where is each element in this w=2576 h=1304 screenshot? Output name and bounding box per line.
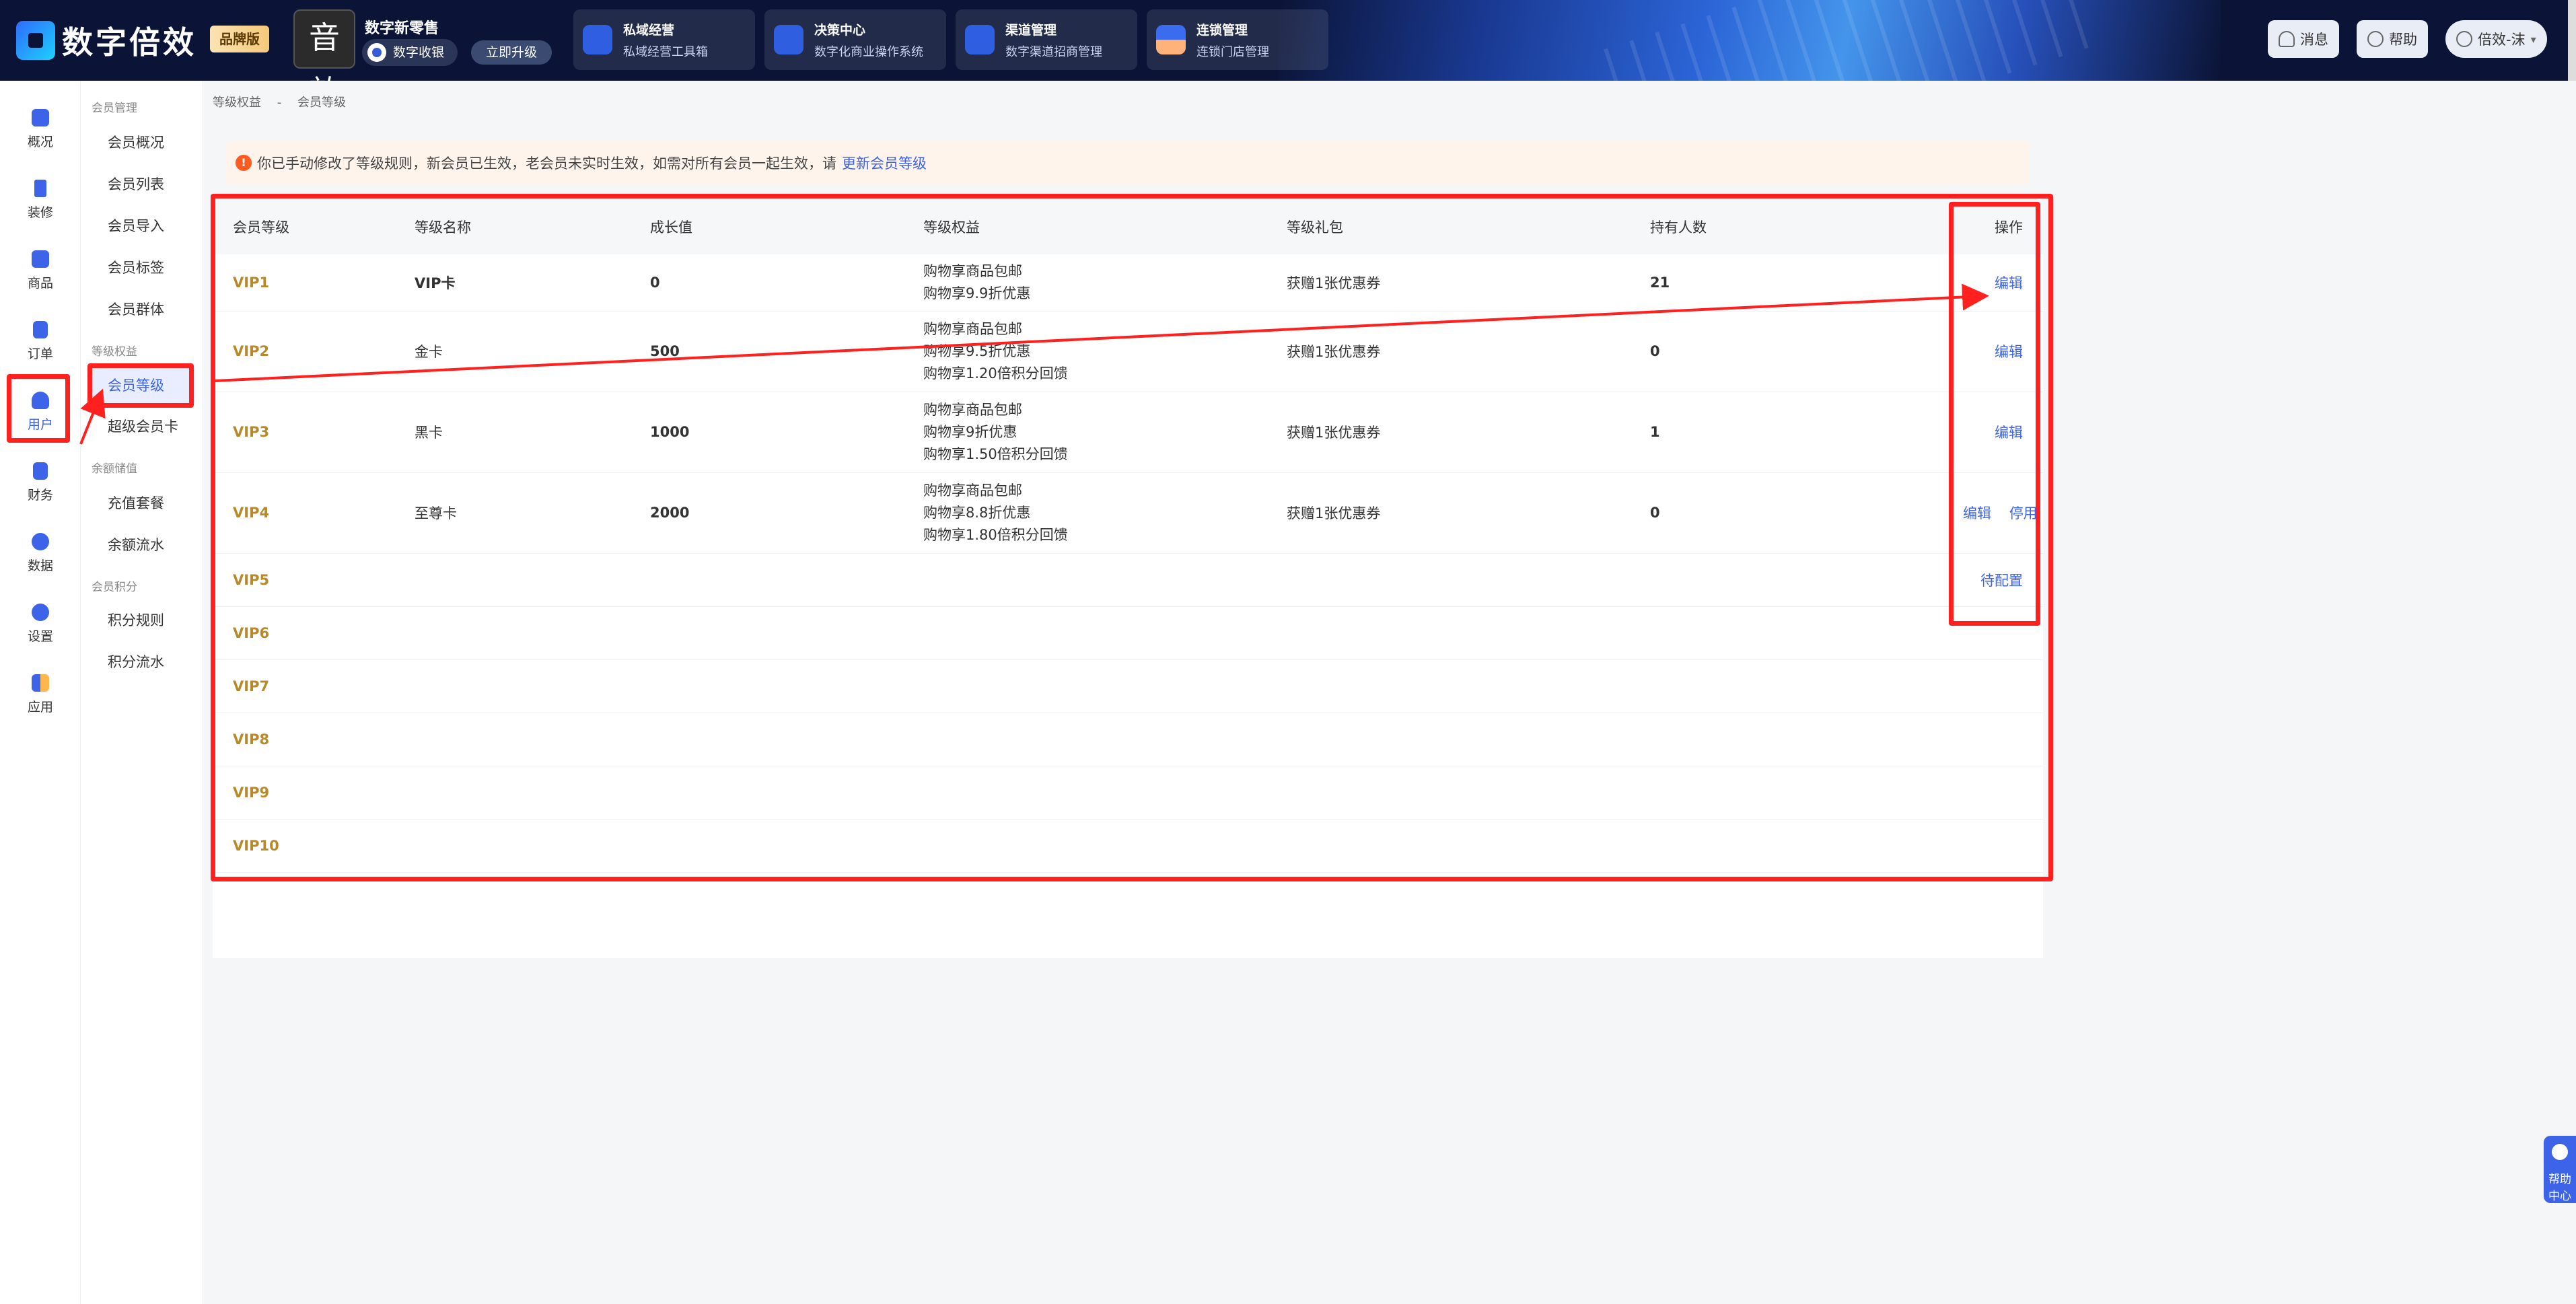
rail-item-settings[interactable]: 设置 — [0, 591, 81, 661]
breadcrumb-current: 会员等级 — [297, 96, 346, 110]
notice-banner: ! 你已手动修改了等级规则，新会员已生效，老会员未实时生效，如需对所有会员一起生… — [226, 141, 2030, 184]
subnav-item-member-list[interactable]: 会员列表 — [87, 166, 195, 203]
breadcrumb: 等级权益 - 会员等级 — [213, 93, 358, 110]
app-logo[interactable]: 数字倍效 — [16, 15, 196, 66]
app-card-title: 渠道管理 — [1005, 22, 1057, 38]
help-center-float-button[interactable]: 帮助中心 — [2544, 1136, 2576, 1203]
rail-item-goods[interactable]: 商品 — [0, 238, 81, 308]
app-card-subtitle: 连锁门店管理 — [1196, 44, 1269, 59]
goods-icon — [32, 250, 49, 268]
trend-icon — [774, 25, 803, 55]
rail-label: 数据 — [27, 558, 53, 573]
rail-item-decorate[interactable]: 装修 — [0, 168, 81, 238]
rail-item-apps[interactable]: 应用 — [0, 662, 81, 732]
app-card-title: 私域经营 — [623, 22, 675, 38]
subnav-group-title: 会员积分 — [92, 581, 137, 594]
subnav-group-title: 等级权益 — [92, 345, 137, 359]
rail-label: 设置 — [27, 629, 53, 644]
rail-label: 商品 — [27, 276, 53, 291]
subnav-item-member-overview[interactable]: 会员概况 — [87, 124, 195, 161]
user-menu[interactable]: 倍效-沫 ▾ — [2445, 20, 2547, 58]
logo-text: 数字倍效 — [62, 24, 196, 61]
user-name: 倍效-沫 — [2478, 32, 2526, 48]
rail-item-orders[interactable]: 订单 — [0, 309, 81, 379]
app-card-subtitle: 私域经营工具箱 — [623, 44, 708, 59]
subnav-group-title: 会员管理 — [92, 102, 137, 115]
help-center-label: 帮助中心 — [2548, 1173, 2571, 1203]
app-card-title: 决策中心 — [814, 22, 866, 38]
scrollbar[interactable] — [2568, 0, 2576, 81]
logo-icon — [16, 21, 55, 60]
subnav-item-super-card[interactable]: 超级会员卡 — [87, 408, 195, 445]
store-icon — [1156, 25, 1186, 55]
rail-item-overview[interactable]: 概况 — [0, 97, 81, 167]
chat-icon — [2552, 1144, 2568, 1160]
order-icon — [33, 321, 48, 338]
update-member-level-link[interactable]: 更新会员等级 — [842, 153, 927, 173]
finance-icon — [33, 462, 48, 480]
app-card-subtitle: 数字化商业操作系统 — [814, 44, 923, 59]
brand-edition-badge: 品牌版 — [210, 26, 269, 52]
highlight-box-operations — [1949, 202, 2040, 626]
shop-name: 数字新零售 — [365, 20, 439, 37]
subnav-item-points-rules[interactable]: 积分规则 — [87, 602, 195, 639]
subnav-item-member-tags[interactable]: 会员标签 — [87, 249, 195, 287]
apps-icon — [32, 674, 49, 692]
subnav-item-member-import[interactable]: 会员导入 — [87, 207, 195, 245]
pie-icon — [32, 533, 49, 550]
warning-icon: ! — [236, 155, 252, 171]
app-card-subtitle: 数字渠道招商管理 — [1005, 44, 1102, 59]
highlight-box-table — [211, 194, 2053, 881]
chart-icon — [32, 109, 49, 126]
highlight-box-users — [7, 374, 70, 443]
shop-tag-label: 数字收银 — [393, 45, 445, 60]
shop-type-tag: 数字收银 — [362, 39, 458, 66]
rail-label: 装修 — [27, 205, 53, 220]
brush-icon — [34, 180, 46, 197]
app-card-title: 连锁管理 — [1196, 22, 1248, 38]
app-card-private-domain[interactable]: 私域经营私域经营工具箱 — [573, 9, 755, 70]
notice-text: 你已手动修改了等级规则，新会员已生效，老会员未实时生效，如需对所有会员一起生效，… — [257, 155, 836, 172]
rail-item-data[interactable]: 数据 — [0, 521, 81, 591]
user-avatar-icon — [2456, 31, 2472, 47]
messages-button[interactable]: 消息 — [2268, 20, 2339, 58]
rail-label: 应用 — [27, 700, 53, 715]
breadcrumb-item[interactable]: 等级权益 — [213, 96, 261, 110]
channel-icon — [965, 25, 995, 55]
app-card-chain[interactable]: 连锁管理连锁门店管理 — [1147, 9, 1328, 70]
subnav-item-recharge-packages[interactable]: 充值套餐 — [87, 484, 195, 522]
secondary-nav: 会员管理 会员概况 会员列表 会员导入 会员标签 会员群体 等级权益 会员等级 … — [81, 81, 202, 1304]
breadcrumb-separator: - — [277, 96, 282, 110]
app-card-decision-center[interactable]: 决策中心数字化商业操作系统 — [764, 9, 946, 70]
rail-label: 财务 — [27, 488, 53, 503]
primary-nav-rail: 概况 装修 商品 订单 用户 财务 数据 设置 应用 — [0, 81, 81, 1304]
subnav-item-balance-flow[interactable]: 余额流水 — [87, 526, 195, 564]
rail-label: 概况 — [27, 135, 53, 149]
chevron-down-icon: ▾ — [2530, 32, 2536, 46]
rail-item-finance[interactable]: 财务 — [0, 450, 81, 520]
subnav-item-points-flow[interactable]: 积分流水 — [87, 643, 195, 681]
grid-icon — [583, 25, 612, 55]
shop-avatar[interactable]: 音效 — [293, 9, 355, 81]
gear-icon — [32, 604, 49, 621]
rail-label: 订单 — [27, 347, 53, 361]
highlight-box-member-level — [87, 363, 194, 408]
question-icon — [2367, 31, 2384, 47]
subnav-group-title: 余额储值 — [92, 462, 137, 476]
help-label: 帮助 — [2389, 32, 2417, 48]
upgrade-button[interactable]: 立即升级 — [471, 40, 552, 65]
shop-tag-icon — [367, 43, 386, 62]
subnav-item-member-groups[interactable]: 会员群体 — [87, 291, 195, 328]
messages-label: 消息 — [2300, 32, 2328, 48]
bell-icon — [2279, 31, 2295, 47]
help-button[interactable]: 帮助 — [2357, 20, 2428, 58]
top-bar: 数字倍效 品牌版 音效 数字新零售 数字收银 立即升级 私域经营私域经营工具箱 … — [0, 0, 2576, 81]
app-card-channel[interactable]: 渠道管理数字渠道招商管理 — [956, 9, 1137, 70]
